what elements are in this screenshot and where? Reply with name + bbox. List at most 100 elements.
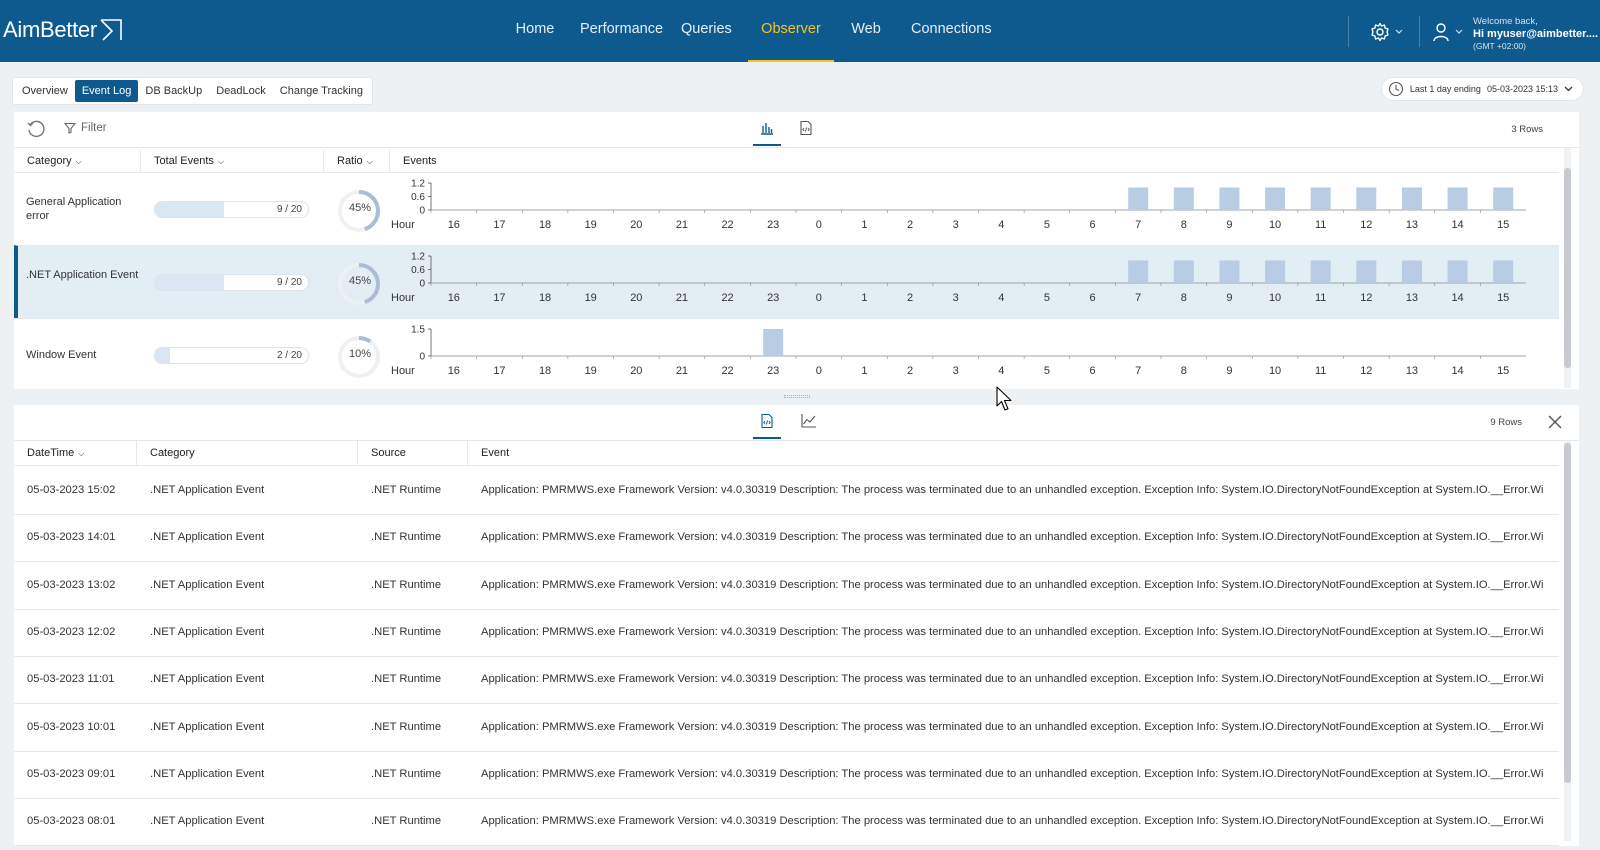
summary-row[interactable]: .NET Application Event 9 / 20 45% 1.2 0.6 0 Ho…: [14, 245, 1559, 318]
table-row[interactable]: 05-03-2023 08:01 .NET Application Event .N…: [14, 798, 1559, 846]
y-tick-label: 0: [419, 352, 425, 363]
x-tick-label: 22: [721, 365, 733, 377]
detail-scrollbar[interactable]: [1564, 441, 1571, 841]
chart-view-toggle[interactable]: [753, 120, 781, 146]
event-bar: [1493, 187, 1514, 210]
x-tick-label: 17: [493, 219, 505, 231]
x-tick-label: 3: [953, 365, 959, 377]
panel-splitter[interactable]: [14, 389, 1579, 405]
x-tick-label: 9: [1226, 292, 1232, 304]
cell-event: Application: PMRMWS.exe Framework Versio…: [481, 625, 1543, 638]
x-tick-label: 7: [1135, 365, 1141, 377]
table-view-toggle[interactable]: [753, 413, 781, 439]
gear-icon: [1371, 22, 1389, 42]
settings-menu[interactable]: [1370, 22, 1403, 42]
line-chart-view-toggle[interactable]: [794, 413, 822, 439]
scrollbar-thumb[interactable]: [1564, 168, 1571, 368]
timezone-text: (GMT +02:00): [1473, 41, 1526, 51]
table-row[interactable]: 05-03-2023 11:01 .NET Application Event .N…: [14, 656, 1559, 705]
user-info[interactable]: Welcome back, Hi myuser@aimbetter.... (G…: [1473, 16, 1598, 52]
x-tick-label: 15: [1497, 219, 1509, 231]
close-icon[interactable]: [1547, 414, 1563, 430]
column-header-datetime[interactable]: DateTime ⌵: [14, 441, 137, 466]
cell-category: .NET Application Event: [150, 484, 265, 496]
table-row[interactable]: 05-03-2023 10:01 .NET Application Event .N…: [14, 704, 1559, 752]
x-tick-label: 13: [1406, 219, 1418, 231]
cell-source: .NET Runtime: [371, 578, 442, 591]
y-tick-label: 0: [419, 206, 425, 217]
x-tick-label: 13: [1406, 365, 1418, 377]
event-bar: [1401, 260, 1422, 283]
progress-text: 9 / 20: [276, 204, 302, 215]
cell-source: .NET Runtime: [371, 673, 442, 686]
scrollbar-thumb[interactable]: [1564, 443, 1571, 783]
tab-db-backup[interactable]: DB BackUp: [138, 80, 209, 102]
table-row[interactable]: 05-03-2023 12:02 .NET Application Event .N…: [14, 609, 1559, 657]
cell-event: Application: PMRMWS.exe Framework Versio…: [481, 578, 1543, 591]
logo[interactable]: AimBetter: [3, 17, 124, 43]
event-bar: [1493, 260, 1514, 283]
nav-queries[interactable]: Queries: [681, 0, 732, 62]
tab-overview[interactable]: Overview: [15, 80, 75, 102]
summary-row[interactable]: General Application error 9 / 20 45% 1.2 0.6…: [14, 172, 1559, 245]
x-tick-label: 0: [816, 292, 822, 304]
event-bar: [1447, 260, 1468, 283]
table-row[interactable]: 05-03-2023 14:01 .NET Application Event .N…: [14, 514, 1559, 563]
x-tick-label: 1: [861, 219, 867, 231]
table-row[interactable]: 05-03-2023 15:02 .NET Application Event .N…: [14, 467, 1559, 515]
table-row[interactable]: 05-03-2023 09:01 .NET Application Event .N…: [14, 751, 1559, 799]
summary-scrollbar[interactable]: [1564, 148, 1571, 388]
mouse-cursor-icon: [996, 386, 1012, 411]
x-tick-label: 11: [1315, 219, 1326, 231]
nav-connections[interactable]: Connections: [911, 0, 992, 62]
event-bar: [1173, 260, 1194, 283]
tab-change-tracking[interactable]: Change Tracking: [273, 80, 370, 102]
x-tick-label: 19: [585, 292, 597, 304]
total-events-header-label: Total Events: [154, 155, 214, 167]
detail-row-count: 9 Rows: [1490, 417, 1522, 428]
x-tick-label: 4: [998, 365, 1004, 377]
event-detail-panel: 9 Rows DateTime ⌵ Category Source Event 0…: [14, 405, 1579, 846]
tab-event-log[interactable]: Event Log: [74, 80, 139, 102]
x-tick-label: 21: [676, 219, 688, 231]
nav-home[interactable]: Home: [515, 0, 555, 62]
summary-row[interactable]: Window Event 2 / 20 10% 1.5 0 Hour 16 17 18 19 20 2…: [14, 318, 1559, 391]
refresh-icon[interactable]: [26, 120, 46, 140]
time-range-picker[interactable]: Last 1 day ending 05-03-2023 15:13: [1380, 77, 1584, 101]
column-header-category[interactable]: Category: [137, 441, 358, 466]
x-tick-label: 15: [1497, 365, 1509, 377]
cell-datetime: 05-03-2023 12:02: [27, 625, 116, 638]
column-header-event[interactable]: Event: [468, 441, 1559, 466]
cell-event: Application: PMRMWS.exe Framework Versio…: [481, 673, 1543, 686]
column-header-total-events[interactable]: Total Events ⌵: [141, 150, 324, 172]
user-menu[interactable]: [1432, 22, 1463, 42]
x-tick-label: 17: [493, 292, 505, 304]
tab-deadlock[interactable]: DeadLock: [209, 80, 273, 102]
cell-event: Application: PMRMWS.exe Framework Versio…: [481, 720, 1543, 733]
nav-observer[interactable]: Observer: [748, 0, 834, 62]
nav-divider: [1348, 16, 1349, 47]
table-row[interactable]: 05-03-2023 13:02 .NET Application Event .N…: [14, 562, 1559, 610]
nav-performance[interactable]: Performance: [580, 0, 663, 62]
x-tick-label: 23: [767, 292, 779, 304]
x-tick-label: 4: [998, 292, 1004, 304]
clock-icon: [1388, 81, 1403, 97]
x-tick-label: 20: [630, 219, 642, 231]
line-chart-icon: [800, 414, 816, 428]
x-axis-label: Hour: [391, 219, 415, 231]
splitter-grip-icon[interactable]: [784, 395, 810, 398]
x-tick-label: 22: [721, 292, 733, 304]
code-file-icon: [761, 413, 773, 429]
cell-source: .NET Runtime: [371, 720, 442, 733]
filter-button[interactable]: Filter: [64, 122, 107, 134]
cell-datetime: 05-03-2023 14:01: [27, 531, 116, 544]
code-view-toggle[interactable]: [792, 120, 820, 146]
cell-source: .NET Runtime: [371, 815, 442, 828]
column-header-source[interactable]: Source: [358, 441, 468, 466]
x-tick-label: 10: [1269, 365, 1281, 377]
x-tick-label: 11: [1315, 365, 1326, 377]
column-header-category[interactable]: Category ⌵: [14, 150, 141, 172]
x-tick-label: 3: [953, 292, 959, 304]
nav-web[interactable]: Web: [851, 0, 881, 62]
column-header-ratio[interactable]: Ratio ⌵: [324, 150, 390, 172]
